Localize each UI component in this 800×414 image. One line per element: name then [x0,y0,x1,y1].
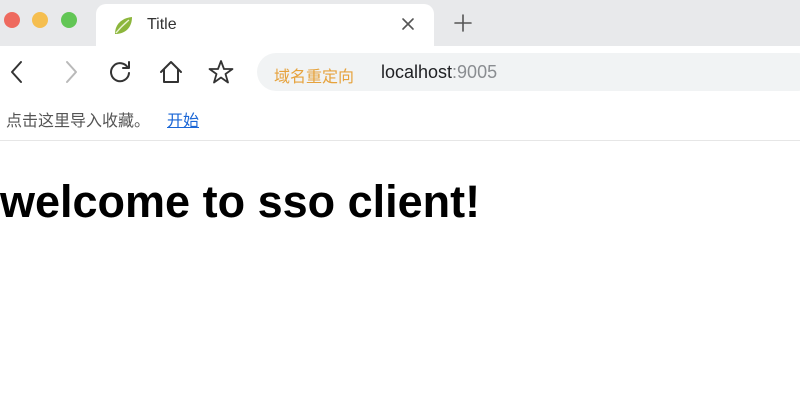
window-close-button[interactable] [4,12,20,28]
close-icon[interactable] [401,17,415,31]
url-port: :9005 [452,62,498,82]
url-text: localhost:9005 [381,62,497,83]
redirect-tag: 域名重定向 [274,69,355,86]
bookmarks-bar: 点击这里导入收藏。 开始 [0,98,800,141]
plus-icon[interactable] [454,14,472,32]
window-zoom-button[interactable] [61,12,77,28]
window-minimize-button[interactable] [32,12,48,28]
chevron-left-icon[interactable] [4,59,30,85]
tab-strip: Title [0,0,800,46]
import-bookmarks-hint: 点击这里导入收藏。 [6,113,151,130]
address-bar[interactable]: 域名重定向 localhost:9005 [257,53,800,91]
tab-title: Title [147,16,177,33]
url-host: localhost [381,62,453,82]
reload-icon[interactable] [107,59,133,85]
browser-toolbar: 域名重定向 localhost:9005 [0,46,800,98]
page-heading: welcome to sso client! [0,176,481,227]
get-started-link[interactable]: 开始 [167,107,199,131]
active-tab[interactable]: Title [96,4,434,46]
chevron-right-icon[interactable] [58,59,84,85]
spring-leaf-icon [115,17,132,34]
star-icon[interactable] [208,59,234,85]
home-icon[interactable] [158,59,184,85]
